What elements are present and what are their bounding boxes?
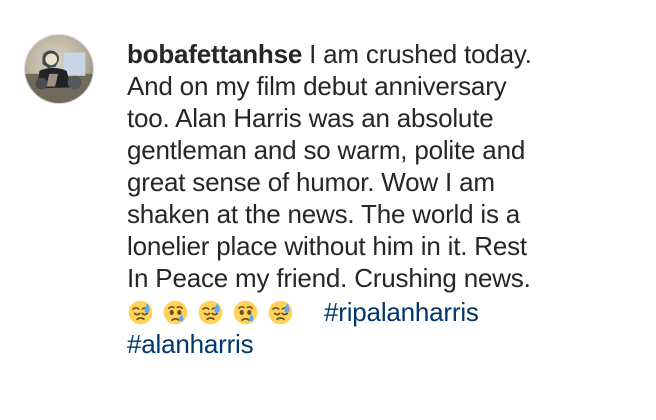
hashtag-alanharris-link[interactable]: #alanharris	[127, 329, 254, 359]
crying-face-icon	[163, 300, 188, 324]
comment-text: bobafettanhse I am crushed today. And on…	[127, 38, 632, 360]
avatar[interactable]	[24, 34, 94, 104]
crying-face-icon	[233, 300, 258, 324]
username-link[interactable]: bobafettanhse	[127, 39, 302, 69]
downcast-face-with-sweat-icon	[128, 300, 153, 324]
downcast-face-with-sweat-icon	[268, 300, 293, 324]
comment-text-part: I am crushed today.	[302, 39, 532, 69]
avatar-photo-icon	[25, 35, 93, 103]
instagram-comment: bobafettanhse I am crushed today. And on…	[0, 0, 656, 420]
comment-line-8: In Peace my friend. Crushing news.	[127, 263, 531, 293]
comment-line-7: lonelier place without him in it. Rest	[127, 231, 527, 261]
downcast-face-with-sweat-icon	[198, 300, 223, 324]
emoji-hashtag-row: #ripalanharris	[127, 296, 632, 328]
hashtag-line: #alanharris	[127, 328, 632, 360]
hashtag-ripalanharris-link[interactable]: #ripalanharris	[324, 296, 479, 328]
comment-line-3: too. Alan Harris was an absolute	[127, 103, 494, 133]
comment-line-6: shaken at the news. The world is a	[127, 199, 521, 229]
comment-line-2: And on my film debut anniversary	[127, 71, 507, 101]
comment-line-1: bobafettanhse I am crushed today.	[127, 38, 632, 70]
comment-line-4: gentleman and so warm, polite and	[127, 135, 526, 165]
comment-line-5: great sense of humor. Wow I am	[127, 167, 495, 197]
